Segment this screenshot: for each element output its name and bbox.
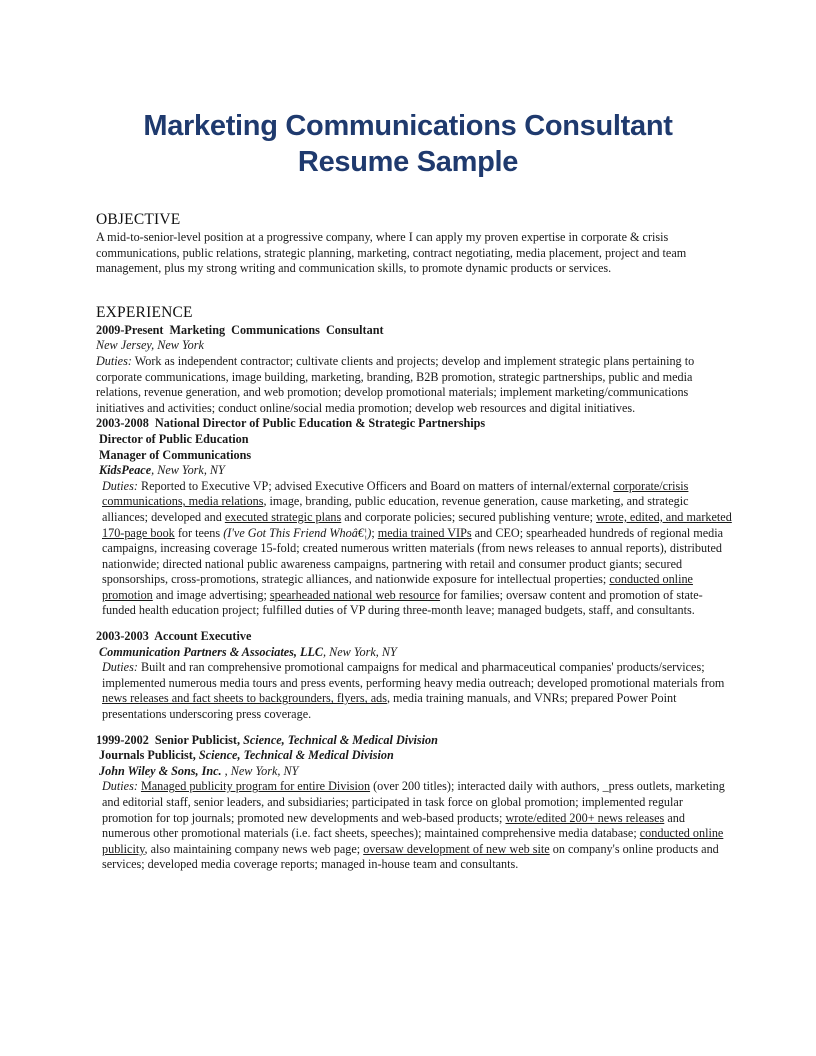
duties-text: Built and ran comprehensive promotional … (102, 660, 725, 690)
company-name: John Wiley & Sons, Inc. (99, 763, 222, 778)
duties-label: Duties: (102, 779, 138, 794)
job-duties: Duties: Reported to Executive VP; advise… (96, 479, 736, 619)
job-title: 2009-Present Marketing Communications Co… (96, 322, 384, 337)
duties-text: Reported to Executive VP; advised Execut… (137, 478, 614, 493)
duties-highlight: media trained VIPs (377, 525, 472, 540)
job-subtitle: Journals Publicist, Science, Technical &… (96, 748, 736, 764)
job-title-prefix: 1999-2002 Senior Publicist, (96, 732, 244, 747)
company-name: KidsPeace (99, 463, 152, 478)
objective-heading: OBJECTIVE (96, 211, 181, 228)
job-company-line: KidsPeace, New York, NY (96, 463, 736, 479)
objective-text: A mid-to-senior-level position at a prog… (96, 230, 687, 276)
document-title: Marketing Communications Consultant Resu… (0, 108, 816, 180)
duties-label: Duties: (102, 478, 138, 493)
objective-section: OBJECTIVE A mid-to-senior-level position… (96, 210, 736, 277)
duties-highlight: executed strategic plans (224, 509, 342, 524)
job-title: 2003-2003 Account Executive (96, 629, 252, 644)
duties-text: for teens (174, 525, 224, 540)
job-entry: 2003-2008 National Director of Public Ed… (96, 416, 736, 619)
title-line-2: Resume Sample (297, 146, 519, 178)
resume-body: OBJECTIVE A mid-to-senior-level position… (96, 210, 736, 873)
job-entry: 1999-2002 Senior Publicist, Science, Tec… (96, 733, 736, 873)
duties-highlight: Managed publicity program for entire Div… (140, 779, 371, 794)
job-location: , New York, NY (323, 644, 397, 659)
job-division: Science, Technical & Medical Division (198, 748, 394, 763)
job-company-line: Communication Partners & Associates, LLC… (96, 645, 736, 661)
job-title: 2003-2008 National Director of Public Ed… (96, 416, 486, 431)
duties-text: and image advertising; (152, 587, 270, 602)
job-subtitle: Director of Public Education (99, 431, 249, 446)
book-title: (I've Got This Friend Whoâ€¦) (223, 525, 372, 540)
job-company-line: John Wiley & Sons, Inc. , New York, NY (96, 764, 736, 780)
duties-text: and corporate policies; secured publishi… (341, 509, 597, 524)
experience-section: EXPERIENCE 2009-Present Marketing Commun… (96, 303, 736, 873)
job-subtitle-prefix: Journals Publicist, (99, 748, 199, 763)
duties-highlight: spearheaded national web resource (269, 587, 441, 602)
job-duties: Duties: Built and ran comprehensive prom… (96, 660, 736, 722)
duties-text: , also maintaining company news web page… (144, 841, 364, 856)
duties-highlight: news releases and fact sheets to backgro… (102, 691, 387, 706)
duties-highlight: wrote/edited 200+ news releases (505, 810, 665, 825)
duties-label: Duties: (96, 353, 132, 368)
job-entry: 2009-Present Marketing Communications Co… (96, 323, 736, 417)
job-location: New Jersey, New York (96, 338, 204, 353)
job-location: , New York, NY (221, 763, 299, 778)
duties-text: Work as independent contractor; cultivat… (96, 353, 695, 415)
job-title: 1999-2002 Senior Publicist, Science, Tec… (96, 733, 736, 749)
experience-heading: EXPERIENCE (96, 303, 193, 321)
job-location: , New York, NY (151, 463, 225, 478)
job-division: Science, Technical & Medical Division (243, 732, 438, 747)
company-name: Communication Partners & Associates, LLC (99, 644, 324, 659)
job-subtitle: Manager of Communications (99, 447, 252, 462)
duties-label: Duties: (102, 660, 138, 675)
job-duties: Duties: Work as independent contractor; … (96, 354, 736, 416)
title-line-1: Marketing Communications Consultant (143, 110, 673, 142)
job-duties: Duties: Managed publicity program for en… (96, 779, 736, 873)
resume-page: Marketing Communications Consultant Resu… (0, 0, 816, 1056)
job-entry: 2003-2003 Account Executive Communicatio… (96, 629, 736, 723)
duties-highlight: oversaw development of new web site (363, 841, 550, 856)
